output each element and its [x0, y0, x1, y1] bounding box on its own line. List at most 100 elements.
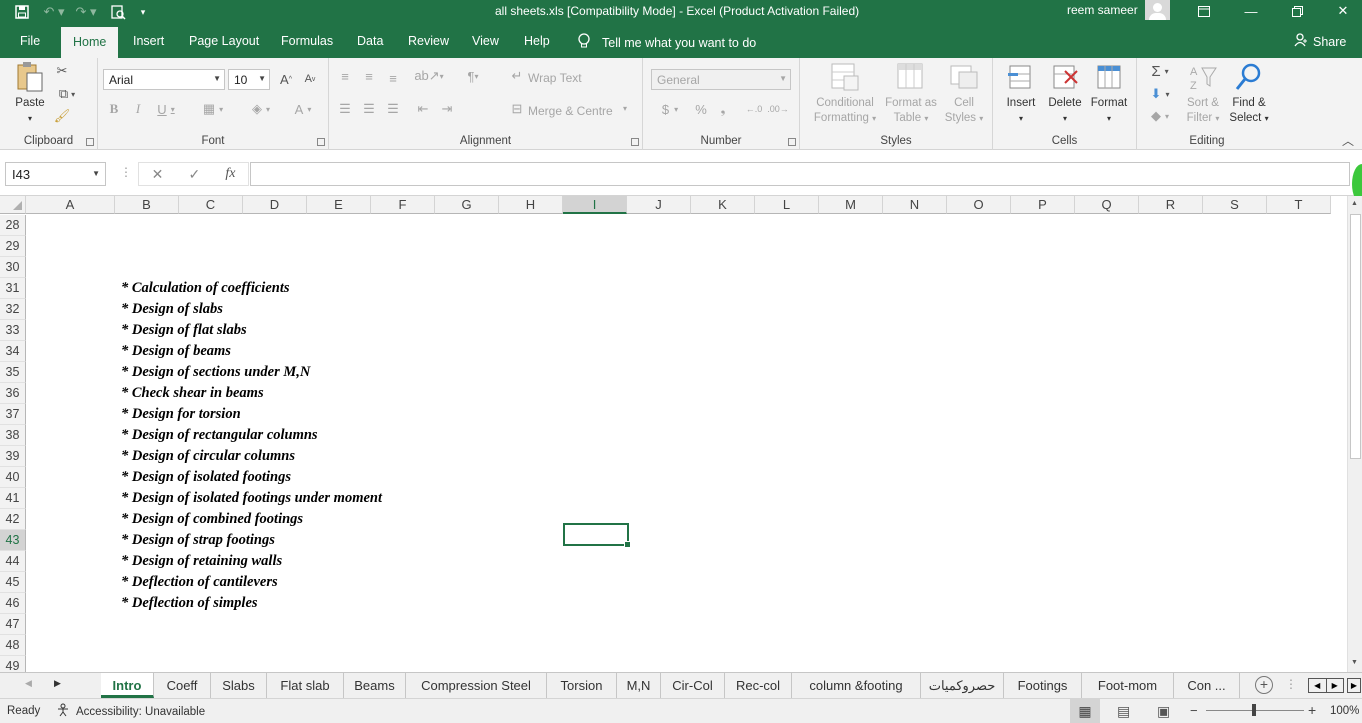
row-header-32[interactable]: 32	[0, 299, 26, 320]
zoom-level[interactable]: 100%	[1330, 705, 1359, 717]
row-header-45[interactable]: 45	[0, 572, 26, 593]
align-left-icon[interactable]: ☰	[337, 101, 353, 117]
minimize-icon[interactable]: —	[1228, 0, 1274, 22]
clear-icon[interactable]: ◆ ▾	[1145, 108, 1175, 124]
cell-b46[interactable]: * Deflection of simples	[121, 595, 258, 612]
page-layout-view-icon[interactable]: ▤	[1117, 703, 1130, 720]
sheet-tab-13[interactable]: Foot-mom	[1082, 673, 1174, 698]
font-size-box[interactable]: 10 ▼	[228, 69, 270, 90]
bold-icon[interactable]: B	[106, 101, 122, 117]
row-header-46[interactable]: 46	[0, 593, 26, 614]
paste-button[interactable]: Paste ▾	[8, 62, 52, 126]
tab-home[interactable]: Home	[61, 27, 119, 58]
cell-b41[interactable]: * Design of isolated footings under mome…	[121, 490, 382, 507]
undo-icon[interactable]: ↶ ▾	[40, 2, 68, 22]
align-right-icon[interactable]: ☰	[385, 101, 401, 117]
insert-cells-button[interactable]: Insert ▾	[999, 62, 1043, 126]
column-header-h[interactable]: H	[499, 196, 563, 214]
tab-insert[interactable]: Insert	[133, 34, 164, 48]
row-header-49[interactable]: 49	[0, 656, 26, 672]
accessibility-status[interactable]: Accessibility: Unavailable	[56, 703, 205, 720]
column-header-d[interactable]: D	[243, 196, 307, 214]
increase-indent-icon[interactable]: ⇥	[439, 101, 455, 117]
sheet-tab-8[interactable]: Cir-Col	[661, 673, 725, 698]
formula-input[interactable]	[250, 162, 1350, 186]
sheet-tab-2[interactable]: Slabs	[211, 673, 267, 698]
more-options-icon[interactable]: ⋮	[120, 165, 132, 179]
scroll-right-icon[interactable]: ▶	[1327, 679, 1344, 692]
new-sheet-icon[interactable]: +	[1255, 676, 1273, 694]
sheet-tab-9[interactable]: Rec-col	[725, 673, 792, 698]
tab-split-icon[interactable]: ⋮	[1285, 677, 1297, 691]
format-painter-icon[interactable]: 🖌	[54, 108, 71, 124]
insert-function-icon[interactable]: fx	[225, 166, 235, 182]
cell-b40[interactable]: * Design of isolated footings	[121, 469, 291, 486]
user-name[interactable]: reem sameer	[1067, 3, 1138, 17]
zoom-slider-thumb[interactable]	[1252, 704, 1256, 716]
scroll-down-icon[interactable]: ▼	[1351, 659, 1358, 666]
tab-file[interactable]: File	[20, 34, 40, 48]
wrap-text-label[interactable]: Wrap Text	[528, 71, 582, 85]
row-header-41[interactable]: 41	[0, 488, 26, 509]
customize-qat-icon[interactable]: ▾	[136, 2, 150, 22]
ribbon-display-options-icon[interactable]	[1181, 0, 1227, 22]
percent-icon[interactable]: %	[693, 101, 709, 117]
collapse-ribbon-icon[interactable]: ︿	[1342, 132, 1354, 149]
page-break-view-icon[interactable]: ▣	[1157, 703, 1170, 720]
format-as-table-button[interactable]: Format as Table ▾	[882, 62, 940, 126]
conditional-formatting-button[interactable]: Conditional Formatting ▾	[808, 62, 882, 126]
align-center-icon[interactable]: ☰	[361, 101, 377, 117]
font-color-icon[interactable]: A ▾	[288, 101, 318, 117]
selected-cell[interactable]	[563, 523, 631, 548]
borders-icon[interactable]: ▦ ▾	[198, 101, 228, 117]
number-launcher-icon[interactable]	[788, 138, 796, 146]
scroll-end-icon[interactable]: ▶	[1347, 678, 1361, 693]
column-header-r[interactable]: R	[1139, 196, 1203, 214]
middle-align-icon[interactable]: ≡	[361, 68, 377, 84]
tab-help[interactable]: Help	[524, 34, 550, 48]
row-header-47[interactable]: 47	[0, 614, 26, 635]
cell-b32[interactable]: * Design of slabs	[121, 301, 223, 318]
sheet-tab-10[interactable]: column &footing	[792, 673, 921, 698]
scroll-tabs-left-icon[interactable]: ◀	[25, 678, 32, 689]
select-all-button[interactable]	[0, 196, 26, 214]
row-header-31[interactable]: 31	[0, 278, 26, 299]
sheet-tab-4[interactable]: Beams	[344, 673, 406, 698]
row-header-28[interactable]: 28	[0, 215, 26, 236]
cell-b42[interactable]: * Design of combined footings	[121, 511, 303, 528]
column-header-c[interactable]: C	[179, 196, 243, 214]
row-header-40[interactable]: 40	[0, 467, 26, 488]
fill-icon[interactable]: ⬇ ▾	[1145, 86, 1175, 102]
enter-icon[interactable]: ✓	[188, 166, 200, 183]
row-header-30[interactable]: 30	[0, 257, 26, 278]
row-header-39[interactable]: 39	[0, 446, 26, 467]
cell-b34[interactable]: * Design of beams	[121, 343, 231, 360]
normal-view-icon[interactable]: ▦	[1070, 699, 1100, 723]
comma-style-icon[interactable]: ❟	[715, 101, 731, 117]
row-header-29[interactable]: 29	[0, 236, 26, 257]
merge-centre-label[interactable]: Merge & Centre	[528, 104, 613, 118]
sheet-tab-7[interactable]: M,N	[617, 673, 661, 698]
decrease-font-icon[interactable]: Av	[302, 71, 318, 87]
decrease-indent-icon[interactable]: ⇤	[415, 101, 431, 117]
row-header-48[interactable]: 48	[0, 635, 26, 656]
alignment-launcher-icon[interactable]	[631, 138, 639, 146]
paragraph-direction-icon[interactable]: ¶ ▾	[461, 68, 485, 84]
row-header-33[interactable]: 33	[0, 320, 26, 341]
name-box[interactable]: I43 ▼	[5, 162, 106, 186]
column-header-f[interactable]: F	[371, 196, 435, 214]
column-header-s[interactable]: S	[1203, 196, 1267, 214]
column-header-i[interactable]: I	[563, 196, 627, 214]
cell-styles-button[interactable]: Cell Styles ▾	[940, 62, 988, 126]
autosum-icon[interactable]: Σ ▾	[1145, 63, 1175, 80]
top-align-icon[interactable]: ≡	[337, 68, 353, 84]
tab-page-layout[interactable]: Page Layout	[189, 34, 259, 48]
tab-data[interactable]: Data	[357, 34, 383, 48]
save-icon[interactable]	[8, 2, 36, 22]
tab-formulas[interactable]: Formulas	[281, 34, 333, 48]
column-header-p[interactable]: P	[1011, 196, 1075, 214]
fill-color-icon[interactable]: ◈ ▾	[246, 101, 276, 117]
vertical-scroll-thumb[interactable]	[1350, 214, 1361, 459]
cancel-icon[interactable]: ✕	[152, 166, 164, 183]
find-select-button[interactable]: Find & Select ▾	[1225, 62, 1273, 126]
